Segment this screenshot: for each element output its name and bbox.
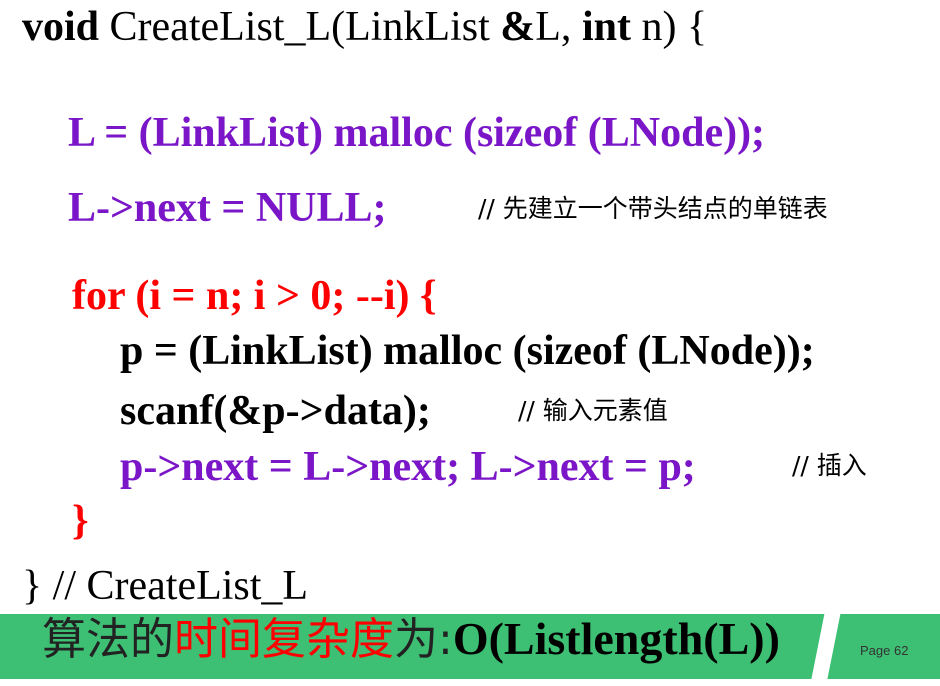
keyword-int: int [581, 4, 631, 50]
footer-bar: 算法的时间复杂度为:O(Listlength(L)) [0, 614, 940, 679]
code-line-scanf: scanf(&p->data); [120, 388, 431, 434]
complexity-formula: O(Listlength(L)) [452, 614, 780, 664]
comment-insert: // 插入 [792, 451, 867, 480]
code-line-for-loop: for (i = n; i > 0; --i) { [72, 273, 437, 319]
footer-slash-decoration [810, 606, 842, 686]
page-number: Page 62 [860, 643, 909, 658]
comment-input-value: // 输入元素值 [518, 396, 668, 425]
code-line-malloc-node: p = (LinkList) malloc (sizeof (LNode)); [120, 328, 815, 374]
code-line-end-function: } // CreateList_L [22, 563, 309, 609]
code-line-null-next: L->next = NULL; [68, 185, 387, 231]
code-line-close-loop: } [72, 498, 89, 544]
code-line-insert: p->next = L->next; L->next = p; [120, 444, 696, 490]
complexity-highlight: 时间复杂度 [174, 614, 394, 665]
complexity-suffix: 为: [394, 614, 453, 665]
keyword-void: void [22, 4, 100, 50]
complexity-statement: 算法的时间复杂度为:O(Listlength(L)) [42, 616, 780, 662]
param-n: n) { [630, 4, 708, 50]
code-line-malloc-head: L = (LinkList) malloc (sizeof (LNode)); [68, 110, 766, 156]
param-l: L, [535, 4, 582, 50]
function-signature: void CreateList_L(LinkList &L, int n) { [22, 6, 707, 48]
complexity-prefix: 算法的 [42, 614, 174, 665]
function-name: CreateList_L(LinkList [99, 4, 501, 50]
ampersand: & [500, 4, 536, 50]
comment-create-head: // 先建立一个带头结点的单链表 [478, 194, 828, 223]
